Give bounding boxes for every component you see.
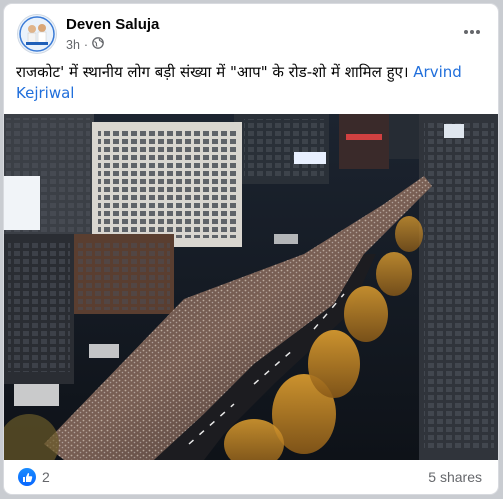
author-name[interactable]: Deven Saluja — [66, 16, 159, 33]
more-options-button[interactable] — [460, 20, 484, 44]
post-photo[interactable] — [4, 114, 498, 460]
meta-separator: · — [83, 37, 89, 52]
post-text: राजकोट' में स्थानीय लोग बड़ी संख्या में … — [16, 62, 488, 104]
post-timestamp[interactable]: 3h — [66, 38, 80, 52]
shares-count[interactable]: 5 shares — [428, 469, 482, 485]
post-text-main: राजकोट' में स्थानीय लोग बड़ी संख्या में … — [16, 63, 414, 81]
like-reaction-icon — [18, 468, 36, 486]
post-footer: 2 5 shares — [4, 460, 498, 494]
author-avatar[interactable] — [18, 15, 56, 53]
night-crowd-street-photo — [4, 114, 498, 460]
reactions-count: 2 — [42, 469, 50, 485]
reactions-summary[interactable]: 2 — [18, 468, 50, 486]
post-meta: 3h · — [66, 37, 104, 52]
globe-icon[interactable] — [92, 37, 104, 52]
more-dots-icon — [464, 30, 480, 34]
post-header: Deven Saluja 3h · — [4, 4, 498, 60]
post-card: Deven Saluja 3h · राजकोट' में स्थानीय लो… — [4, 4, 498, 494]
